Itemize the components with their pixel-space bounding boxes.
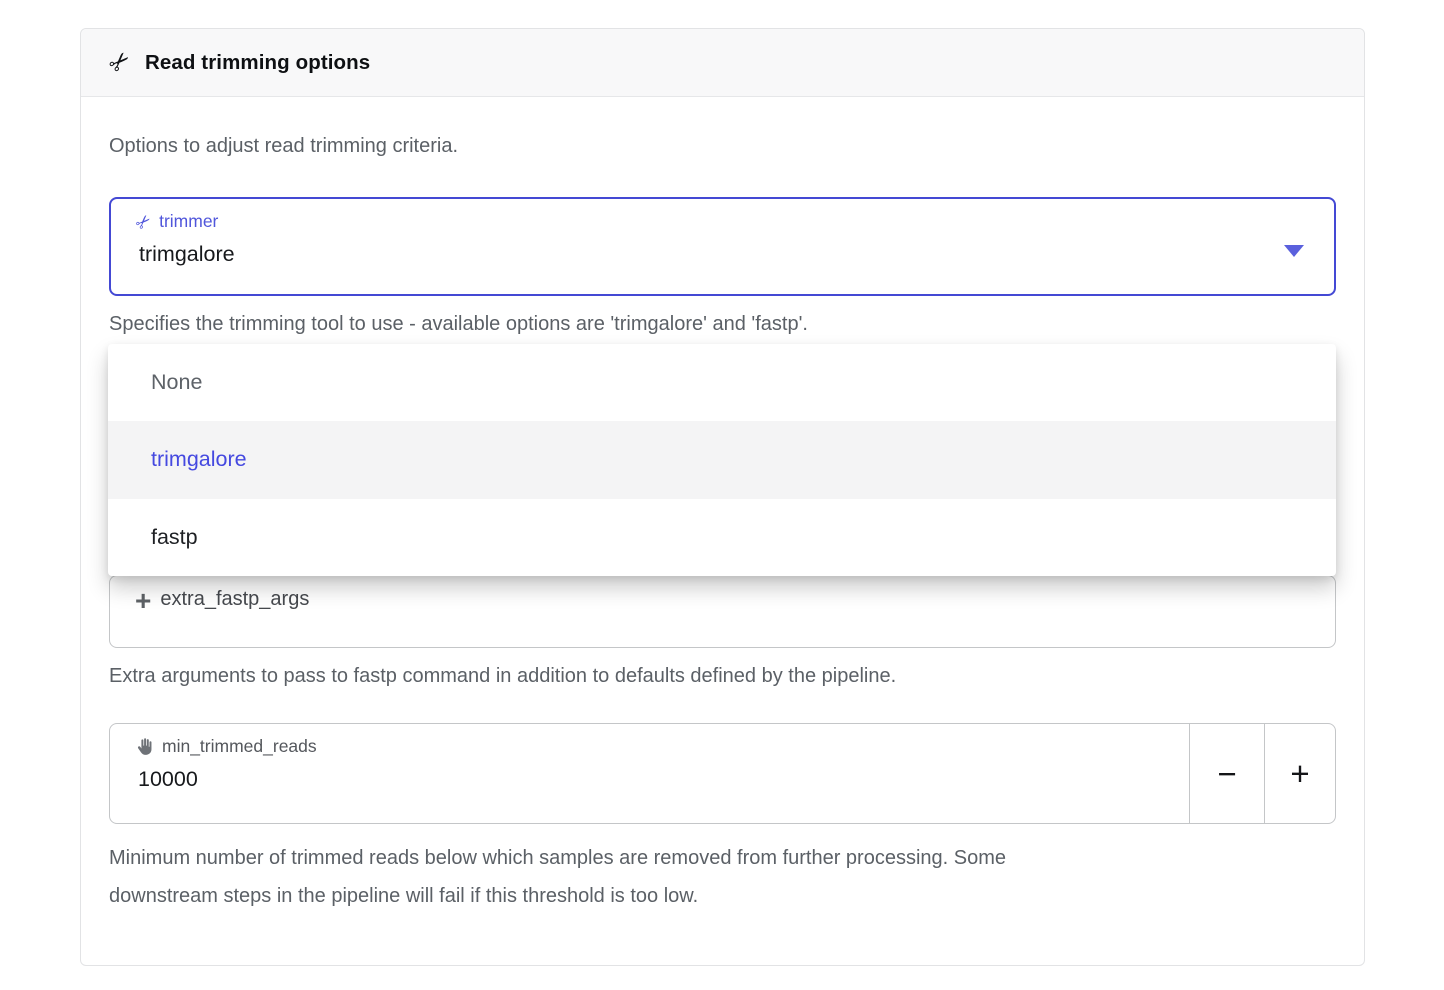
chevron-down-icon: [1284, 245, 1304, 257]
read-trimming-options-card: ✂ Read trimming options Options to adjus…: [80, 28, 1365, 966]
dropdown-option-fastp[interactable]: fastp: [108, 499, 1336, 576]
min-trimmed-reads-label-row: min_trimmed_reads: [135, 736, 317, 757]
min-trimmed-reads-group: min_trimmed_reads 10000 − +: [109, 723, 1336, 824]
min-trimmed-reads-label: min_trimmed_reads: [162, 736, 317, 757]
trimmer-label-row: ✂ trimmer: [136, 211, 218, 232]
section-title: Read trimming options: [145, 51, 370, 75]
trimmer-select[interactable]: ✂ trimmer trimgalore: [109, 197, 1336, 296]
trimmer-options-dropdown: None trimgalore fastp: [108, 344, 1336, 576]
scissors-icon: ✂: [132, 210, 155, 233]
trimmer-label: trimmer: [159, 211, 218, 232]
extra-fastp-args-field[interactable]: + extra_fastp_args: [109, 575, 1336, 648]
min-trimmed-reads-description: Minimum number of trimmed reads below wh…: [109, 839, 1109, 915]
hand-icon: [135, 737, 154, 756]
section-description: Options to adjust read trimming criteria…: [109, 135, 458, 158]
min-trimmed-reads-value: 10000: [138, 767, 198, 792]
increment-button[interactable]: +: [1264, 723, 1336, 824]
dropdown-option-trimgalore[interactable]: trimgalore: [108, 421, 1336, 498]
extra-fastp-args-description: Extra arguments to pass to fastp command…: [109, 665, 896, 688]
extra-fastp-args-label: extra_fastp_args: [160, 588, 309, 611]
card-header: ✂ Read trimming options: [81, 29, 1364, 97]
decrement-button[interactable]: −: [1189, 723, 1265, 824]
dropdown-option-none[interactable]: None: [108, 344, 1336, 421]
extra-fastp-args-label-row: + extra_fastp_args: [135, 588, 309, 611]
trimmer-selected-value: trimgalore: [139, 242, 235, 267]
minus-icon: −: [1218, 755, 1237, 793]
scissors-icon: ✂: [104, 46, 136, 78]
trimmer-description: Specifies the trimming tool to use - ava…: [109, 313, 808, 336]
min-trimmed-reads-input[interactable]: min_trimmed_reads 10000: [109, 723, 1190, 824]
plus-icon: +: [1290, 755, 1309, 793]
